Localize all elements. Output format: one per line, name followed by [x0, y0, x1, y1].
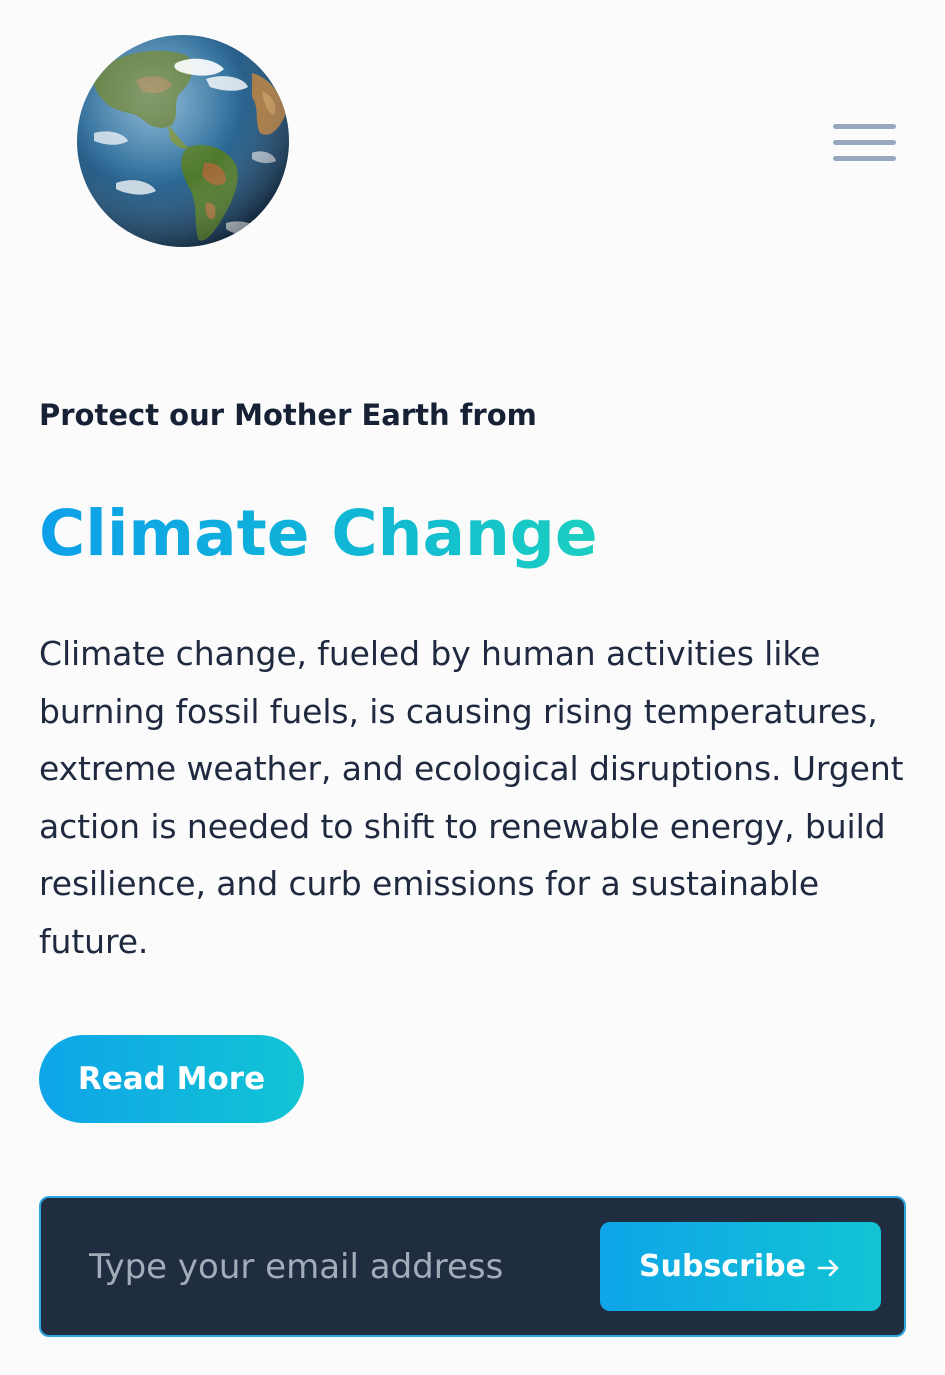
- menu-bar-top: [833, 124, 896, 129]
- menu-bar-middle: [833, 140, 896, 145]
- earth-globe-icon[interactable]: [76, 33, 290, 249]
- hero-title: Climate Change: [39, 494, 598, 574]
- menu-bar-bottom: [833, 156, 896, 161]
- subscribe-button[interactable]: Subscribe: [600, 1222, 881, 1311]
- subscribe-form: Subscribe: [39, 1196, 906, 1337]
- arrow-right-icon: [816, 1254, 842, 1280]
- hamburger-menu-icon[interactable]: [828, 118, 902, 168]
- read-more-button[interactable]: Read More: [39, 1035, 304, 1123]
- site-header: [0, 0, 945, 290]
- subscribe-button-label: Subscribe: [639, 1249, 806, 1284]
- hero-eyebrow: Protect our Mother Earth from: [39, 398, 537, 432]
- email-input[interactable]: [89, 1236, 589, 1298]
- hero-description: Climate change, fueled by human activiti…: [39, 634, 904, 961]
